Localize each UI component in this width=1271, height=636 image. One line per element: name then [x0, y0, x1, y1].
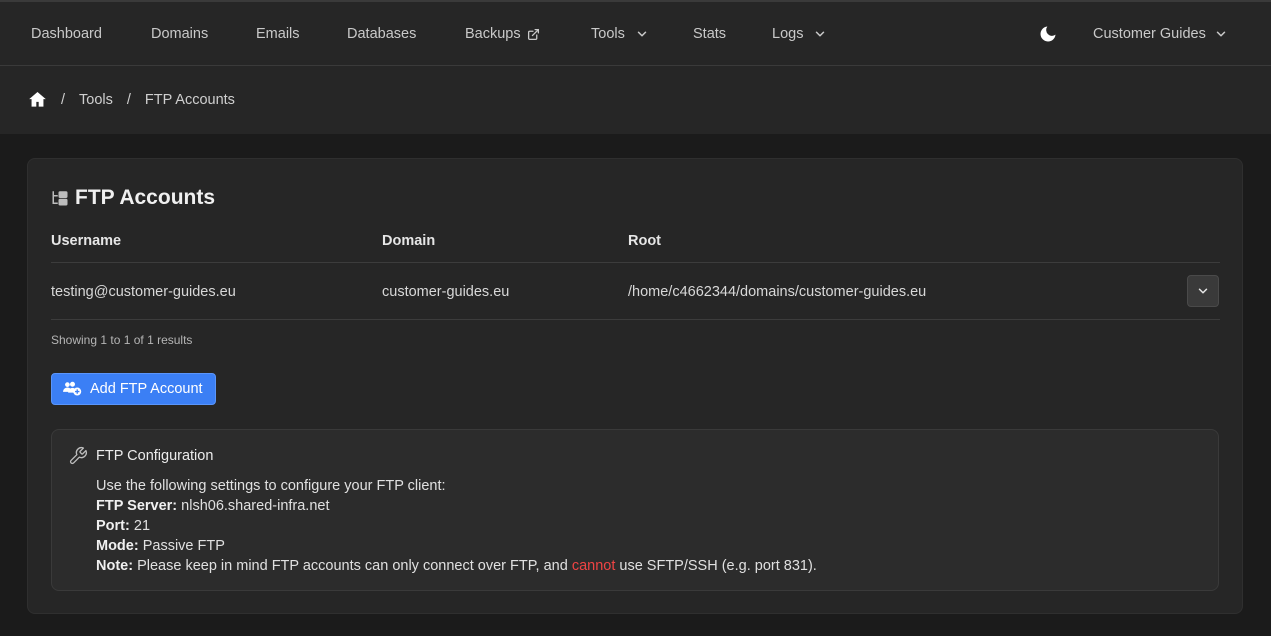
- row-expand-button[interactable]: [1187, 275, 1219, 307]
- column-header-username: Username: [51, 233, 122, 249]
- breadcrumb-current: FTP Accounts: [144, 91, 235, 108]
- cell-domain: customer-guides.eu: [382, 284, 510, 300]
- nav-stats-label: Stats: [693, 26, 727, 42]
- add-ftp-account-label: Add FTP Account: [90, 381, 203, 397]
- config-note-label: Note:: [96, 558, 134, 574]
- config-details: Use the following settings to configure …: [96, 476, 817, 576]
- nav-domains-label: Domains: [151, 26, 209, 42]
- nav-emails[interactable]: Emails: [256, 26, 300, 42]
- config-note-text-end: use SFTP/SSH (e.g. port 831).: [619, 558, 817, 574]
- cell-username: testing@customer-guides.eu: [51, 284, 236, 300]
- pagination-summary: Showing 1 to 1 of 1 results: [51, 333, 193, 347]
- top-navigation: Dashboard Domains Emails Databases Backu…: [0, 0, 1271, 66]
- config-server-line: FTP Server: nlsh06.shared-infra.net: [96, 496, 817, 516]
- config-title: FTP Configuration: [96, 448, 214, 464]
- moon-icon: [1040, 26, 1056, 42]
- cell-root: /home/c4662344/domains/customer-guides.e…: [628, 284, 927, 300]
- home-icon[interactable]: [28, 90, 47, 109]
- nav-databases[interactable]: Databases: [347, 26, 416, 42]
- nav-logs-label: Logs: [772, 26, 804, 42]
- user-add-icon: [63, 381, 82, 396]
- nav-dashboard-label: Dashboard: [31, 26, 102, 42]
- external-link-icon: [527, 28, 539, 40]
- config-port-label: Port:: [96, 518, 130, 534]
- chevron-down-icon: [637, 31, 647, 37]
- wrench-icon: [69, 447, 87, 465]
- column-header-root: Root: [628, 233, 662, 249]
- config-mode-label: Mode:: [96, 538, 139, 554]
- ftp-configuration-panel: FTP Configuration Use the following sett…: [51, 429, 1219, 591]
- config-mode-value: Passive FTP: [142, 538, 225, 554]
- nav-backups[interactable]: Backups: [465, 26, 540, 42]
- config-port-value: 21: [133, 518, 151, 534]
- add-ftp-account-button[interactable]: Add FTP Account: [51, 373, 216, 405]
- breadcrumb-separator: /: [126, 91, 131, 108]
- config-intro: Use the following settings to configure …: [96, 478, 446, 494]
- config-server-value: nlsh06.shared-infra.net: [181, 498, 330, 514]
- nav-logs[interactable]: Logs: [772, 26, 827, 42]
- config-mode-line: Mode: Passive FTP: [96, 536, 817, 556]
- chevron-down-icon: [1216, 31, 1226, 37]
- breadcrumb-tools[interactable]: Tools: [79, 92, 113, 108]
- chevron-down-icon: [1198, 288, 1208, 294]
- chevron-down-icon: [816, 31, 825, 37]
- nav-tools[interactable]: Tools: [591, 26, 649, 42]
- dark-mode-toggle[interactable]: [1038, 24, 1058, 49]
- nav-backups-label: Backups: [465, 26, 521, 42]
- table-header: Username Domain Root: [51, 233, 1220, 263]
- account-name: Customer Guides: [1093, 26, 1206, 42]
- column-header-domain: Domain: [382, 233, 436, 249]
- folder-tree-icon: [52, 191, 68, 206]
- nav-dashboard[interactable]: Dashboard: [31, 26, 102, 42]
- nav-domains[interactable]: Domains: [151, 26, 208, 42]
- page-title: FTP Accounts: [51, 186, 215, 210]
- page-title-text: FTP Accounts: [75, 186, 216, 209]
- nav-tools-label: Tools: [591, 26, 625, 42]
- breadcrumb-bar: / Tools / FTP Accounts: [0, 66, 1271, 134]
- nav-emails-label: Emails: [256, 26, 300, 42]
- config-port-line: Port: 21: [96, 516, 817, 536]
- account-menu[interactable]: Customer Guides: [1093, 26, 1228, 42]
- breadcrumb-separator: /: [61, 91, 66, 108]
- nav-databases-label: Databases: [347, 26, 417, 42]
- config-note-text: Please keep in mind FTP accounts can onl…: [137, 558, 568, 574]
- config-note-line: Note: Please keep in mind FTP accounts c…: [96, 556, 817, 576]
- config-note-warning: cannot: [571, 558, 616, 574]
- ftp-accounts-card: FTP Accounts Username Domain Root testin…: [27, 158, 1243, 614]
- table-row: testing@customer-guides.eu customer-guid…: [51, 263, 1220, 320]
- nav-stats[interactable]: Stats: [693, 26, 726, 42]
- breadcrumb: / Tools / FTP Accounts: [28, 90, 235, 109]
- config-server-label: FTP Server:: [96, 498, 178, 514]
